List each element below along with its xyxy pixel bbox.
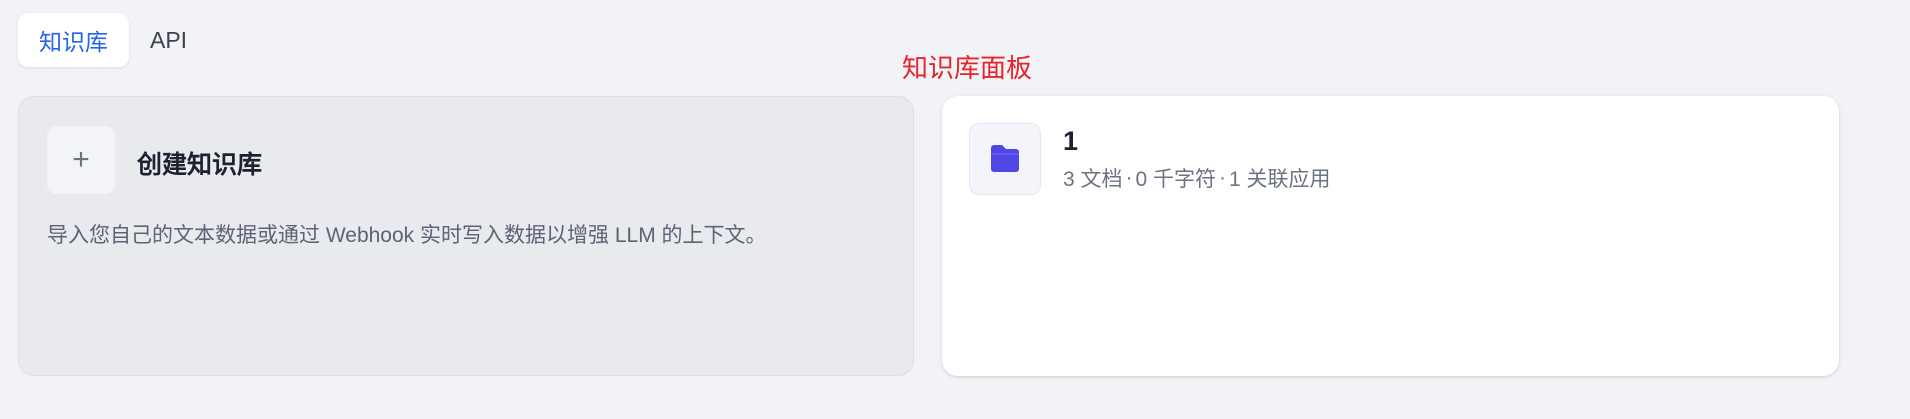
tab-api[interactable]: API (129, 13, 208, 67)
tab-knowledge-base[interactable]: 知识库 (18, 13, 129, 67)
create-knowledge-base-title: 创建知识库 (137, 151, 263, 179)
panel-annotation: 知识库面板 (902, 53, 1033, 83)
folder-icon (969, 123, 1041, 195)
document-count: 3 文档 (1063, 168, 1123, 191)
character-count: 0 千字符 (1135, 168, 1217, 191)
tab-bar: 知识库 API (18, 13, 208, 67)
create-knowledge-base-description: 导入您自己的文本数据或通过 Webhook 实时写入数据以增强 LLM 的上下文… (47, 224, 767, 247)
knowledge-base-card[interactable]: 1 3 文档 · 0 千字符 · 1 关联应用 (942, 96, 1839, 376)
knowledge-base-meta: 3 文档 · 0 千字符 · 1 关联应用 (1063, 163, 1331, 193)
knowledge-base-name: 1 (1063, 126, 1079, 156)
plus-icon[interactable]: + (47, 126, 115, 194)
linked-apps-count: 1 关联应用 (1229, 168, 1331, 191)
create-knowledge-base-card[interactable]: + 创建知识库 导入您自己的文本数据或通过 Webhook 实时写入数据以增强 … (18, 96, 914, 376)
meta-separator: · (1219, 166, 1227, 189)
meta-separator: · (1125, 166, 1133, 189)
